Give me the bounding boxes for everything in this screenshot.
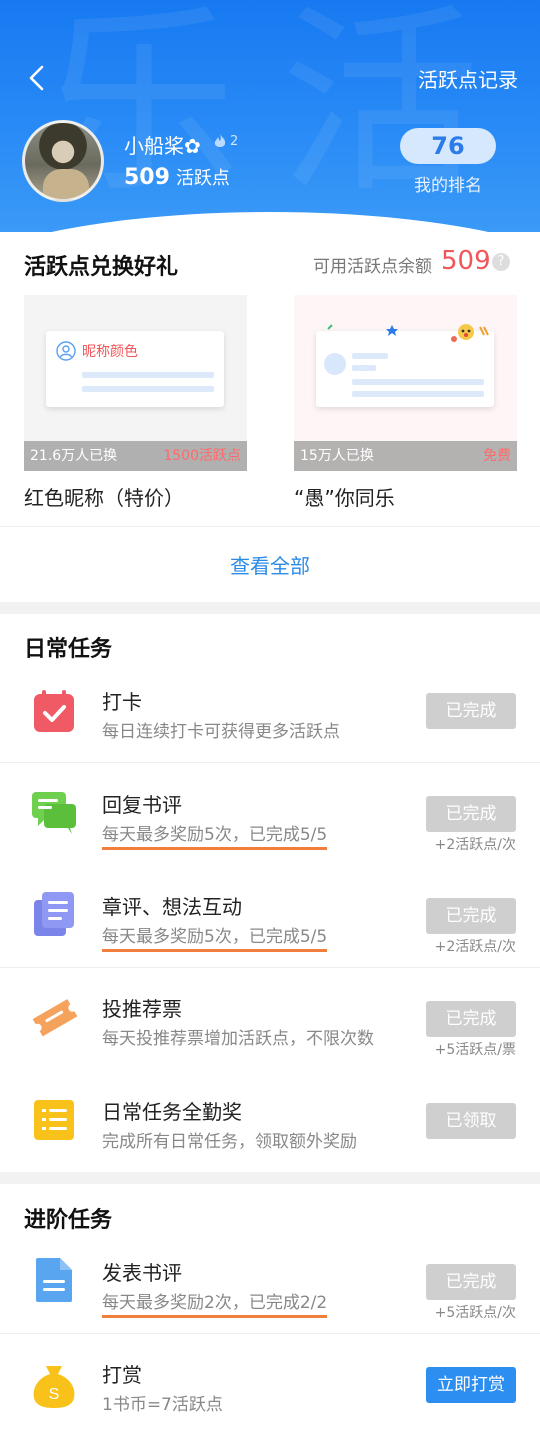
balance-value: 509	[441, 246, 491, 276]
divider	[0, 967, 540, 968]
task-title: 发表书评	[102, 1261, 182, 1285]
task-completed-button[interactable]: 已完成	[426, 1264, 516, 1300]
task-reward: +5活跃点/票	[434, 1042, 516, 1058]
daily-tasks-title: 日常任务	[24, 637, 113, 662]
task-title: 投推荐票	[102, 997, 182, 1021]
points-value: 509	[124, 165, 170, 190]
task-reward: +5活跃点/次	[434, 1305, 516, 1321]
flame-icon	[214, 134, 226, 147]
section-gap	[0, 1172, 540, 1184]
user-icon	[56, 341, 76, 361]
gift-name[interactable]: 红色昵称（特价）	[24, 482, 184, 511]
gift-exchanged-count: 15万人已换	[300, 448, 374, 464]
task-title: 回复书评	[102, 793, 182, 817]
gift-exchanged-count: 21.6万人已换	[30, 448, 118, 464]
points-record-link[interactable]: 活跃点记录	[418, 64, 518, 93]
stacked-document-icon	[30, 890, 78, 938]
task-description: 每日连续打卡可获得更多活跃点	[102, 722, 340, 742]
chat-bubbles-icon	[30, 788, 78, 836]
points-unit: 活跃点	[175, 168, 230, 189]
divider	[0, 762, 540, 763]
tip-now-button[interactable]: 立即打赏	[426, 1367, 516, 1403]
confetti-icon	[327, 324, 489, 342]
rank-label[interactable]: 我的排名	[400, 171, 496, 196]
calendar-check-icon	[30, 688, 78, 736]
gift-name[interactable]: “愚”你同乐	[294, 482, 395, 511]
svg-text:S: S	[49, 1386, 60, 1403]
checklist-icon	[30, 1096, 78, 1144]
points-summary: 509 活跃点	[124, 164, 230, 190]
gift-cost: 1500活跃点	[163, 448, 241, 464]
username: 小船桨✿	[124, 134, 201, 158]
divider	[0, 526, 540, 527]
task-description: 每天投推荐票增加活跃点，不限次数	[102, 1029, 374, 1049]
document-icon	[30, 1256, 78, 1304]
back-button[interactable]	[18, 58, 58, 98]
level-number: 2	[230, 133, 239, 149]
task-title: 打赏	[102, 1363, 142, 1387]
task-description: 1书币=7活跃点	[102, 1395, 223, 1415]
task-title: 打卡	[102, 690, 142, 714]
gift-info-strip: 21.6万人已换 1500活跃点	[24, 441, 247, 471]
task-reward: +2活跃点/次	[434, 837, 516, 853]
task-title: 日常任务全勤奖	[102, 1100, 242, 1124]
avatar[interactable]	[22, 120, 104, 202]
task-claimed-button[interactable]: 已领取	[426, 1103, 516, 1139]
rewards-title: 活跃点兑换好礼	[24, 255, 179, 280]
rank-value[interactable]: 76	[400, 128, 496, 164]
gift-card-red-nickname[interactable]: 昵称颜色 21.6万人已换 1500活跃点	[24, 295, 247, 471]
gift-preview: 昵称颜色	[46, 331, 224, 407]
ticket-icon	[30, 992, 78, 1040]
gift-cost: 免费	[483, 448, 511, 464]
task-completed-button[interactable]: 已完成	[426, 1001, 516, 1037]
task-completed-button[interactable]: 已完成	[426, 898, 516, 934]
help-icon[interactable]: ?	[492, 253, 510, 271]
task-reward: +2活跃点/次	[434, 939, 516, 955]
gift-info-strip: 15万人已换 免费	[294, 441, 517, 471]
balance-label: 可用活跃点余额	[313, 257, 432, 277]
task-title: 章评、想法互动	[102, 895, 242, 919]
avatar-placeholder	[324, 353, 346, 375]
task-completed-button[interactable]: 已完成	[426, 796, 516, 832]
back-arrow-icon	[29, 65, 44, 91]
page: 乐活 活跃点记录 小船桨✿ 2 509 活跃点 76 我的排名 活跃点兑换好礼 可…	[0, 0, 540, 1432]
task-description: 每天最多奖励5次，已完成5/5	[102, 820, 328, 850]
task-description: 完成所有日常任务，领取额外奖励	[102, 1132, 357, 1152]
gift-card-april-fools[interactable]: 15万人已换 免费	[294, 295, 517, 471]
task-description: 每天最多奖励5次，已完成5/5	[102, 922, 328, 952]
section-gap	[0, 602, 540, 614]
gift-preview-label: 昵称颜色	[82, 344, 138, 360]
advanced-tasks-title: 进阶任务	[24, 1208, 113, 1233]
see-all-link[interactable]: 查看全部	[0, 550, 540, 579]
task-description: 每天最多奖励2次，已完成2/2	[102, 1288, 328, 1318]
divider	[0, 1333, 540, 1334]
money-bag-icon: S	[30, 1362, 78, 1410]
level-badge: 2	[213, 133, 238, 149]
task-completed-button[interactable]: 已完成	[426, 693, 516, 729]
